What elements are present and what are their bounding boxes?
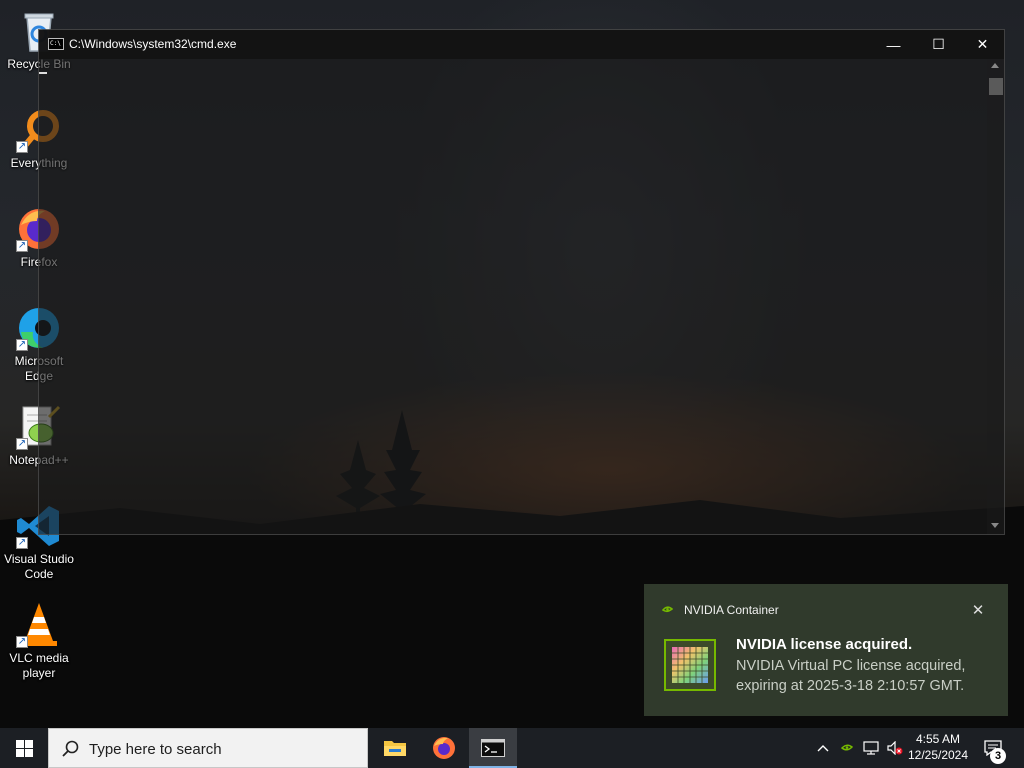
search-icon (62, 740, 79, 757)
cmd-titlebar[interactable]: C:\ C:\Windows\system32\cmd.exe — ☐ ✕ (39, 30, 1004, 59)
clock-time: 4:55 AM (915, 732, 961, 746)
shortcut-arrow-icon: ↗ (16, 141, 28, 153)
close-icon: ✕ (976, 36, 989, 52)
maximize-button[interactable]: ☐ (916, 30, 961, 59)
desktop-icon-label: Visual Studio Code (4, 552, 74, 581)
taskbar: Type here to search 4:55 AM 12/25/2024 3 (0, 728, 1024, 768)
shortcut-arrow-icon: ↗ (16, 537, 28, 549)
taskbar-file-explorer[interactable] (371, 728, 419, 768)
nvidia-logo-icon (662, 606, 673, 613)
shortcut-arrow-icon: ↗ (16, 636, 28, 648)
notification-count-badge: 3 (990, 748, 1006, 764)
minimize-button[interactable]: — (871, 30, 916, 59)
cmd-text-cursor (39, 72, 47, 74)
close-icon: ✕ (971, 602, 985, 619)
chevron-up-icon (817, 745, 829, 752)
cmd-window[interactable]: C:\ C:\Windows\system32\cmd.exe — ☐ ✕ (38, 29, 1005, 535)
cmd-window-title: C:\Windows\system32\cmd.exe (69, 37, 237, 51)
scroll-down-arrow-icon[interactable] (991, 523, 999, 528)
cmd-app-icon[interactable]: C:\ (48, 38, 64, 50)
nvidia-tray-icon (841, 744, 853, 751)
close-button[interactable]: ✕ (960, 30, 1005, 59)
search-placeholder: Type here to search (89, 741, 222, 758)
start-button[interactable] (0, 728, 48, 768)
shortcut-arrow-icon: ↗ (16, 339, 28, 351)
taskbar-command-prompt[interactable] (469, 728, 517, 768)
folder-icon (384, 741, 406, 756)
vlc-icon: ↗ (15, 601, 63, 649)
volume-muted-icon (887, 741, 903, 755)
desktop-icon-vlc[interactable]: ↗ VLC media player (0, 601, 78, 681)
firefox-icon (433, 737, 455, 759)
windows-logo-icon (15, 739, 33, 757)
gpu-chip-icon (664, 639, 716, 691)
tray-overflow-button[interactable] (812, 728, 834, 768)
taskbar-clock[interactable]: 4:55 AM 12/25/2024 (904, 731, 972, 763)
notification-close-button[interactable]: ✕ (966, 598, 990, 622)
tray-nvidia[interactable] (836, 728, 858, 768)
taskbar-search-box[interactable]: Type here to search (48, 728, 368, 768)
network-icon (863, 741, 879, 755)
maximize-icon: ☐ (932, 36, 945, 52)
notification-body: NVIDIA Virtual PC license acquired, expi… (736, 658, 966, 694)
tray-network[interactable] (860, 728, 882, 768)
taskbar-firefox[interactable] (420, 728, 468, 768)
cmd-scrollbar[interactable] (987, 59, 1004, 534)
shortcut-arrow-icon: ↗ (16, 438, 28, 450)
tray-volume[interactable] (884, 728, 906, 768)
notification-title: NVIDIA license acquired. (736, 636, 913, 653)
scroll-thumb[interactable] (989, 78, 1003, 95)
clock-date: 12/25/2024 (907, 748, 969, 762)
desktop-icon-label: VLC media player (9, 651, 69, 680)
shortcut-arrow-icon: ↗ (16, 240, 28, 252)
minimize-icon: — (886, 36, 901, 53)
notification-app-name: NVIDIA Container (684, 603, 779, 617)
scroll-up-arrow-icon[interactable] (991, 63, 999, 68)
cmd-icon (481, 739, 505, 757)
notification-toast[interactable]: NVIDIA Container ✕ NVIDIA license acquir… (644, 584, 1008, 716)
